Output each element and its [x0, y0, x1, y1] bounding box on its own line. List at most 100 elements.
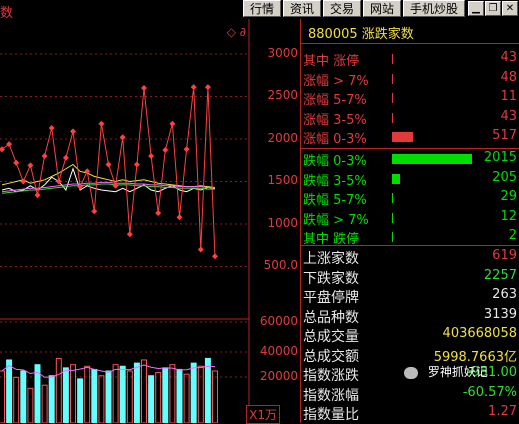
restore-icon[interactable]: ❐: [485, 1, 501, 16]
index-point: [91, 208, 98, 215]
tab-website[interactable]: 网站: [363, 0, 401, 17]
panel-row: 涨幅 5-7% 11: [300, 89, 519, 108]
volume-bar: [119, 365, 126, 423]
volume-bar: [190, 362, 197, 423]
stat-row: 总品种数 3139: [300, 306, 519, 326]
index-line: [1, 87, 216, 257]
index-point: [98, 120, 105, 127]
chart-marker: ◇ ∂: [226, 25, 246, 39]
index-point: [70, 128, 76, 135]
volume-bar: [204, 357, 211, 423]
panel-row: 涨幅 3-5% 43: [300, 108, 519, 128]
price-tick-1500: 1500: [267, 173, 298, 187]
tab-trade[interactable]: 交易: [323, 0, 361, 17]
row-value: 48: [500, 69, 517, 85]
row-bar: [392, 54, 393, 64]
volume-bar: [169, 364, 176, 423]
row-bar: [392, 93, 393, 103]
row-label: 跌幅 > 7%: [303, 212, 369, 228]
tab-quotes[interactable]: 行情: [243, 0, 281, 17]
price-tick-3000: 3000: [267, 46, 298, 60]
stat-value: 1.27: [488, 404, 517, 419]
row-value: 2: [508, 228, 517, 243]
volume-bar: [13, 376, 20, 423]
stat-label: 总成交量: [303, 329, 359, 345]
price-tick-2500: 2500: [267, 88, 298, 102]
index-point: [176, 214, 183, 221]
volume-bar: [155, 372, 162, 423]
stat-value: 3139: [483, 306, 517, 322]
row-bar: [392, 173, 400, 184]
row-value: 43: [500, 108, 517, 124]
stat-value: 5998.7663亿: [433, 349, 517, 365]
price-tick-2000: 2000: [267, 131, 298, 145]
panel-row: 涨幅 0-3% 517: [300, 128, 519, 147]
volume-bar: [41, 384, 48, 423]
index-point: [13, 159, 20, 166]
tab-news[interactable]: 资讯: [283, 0, 321, 17]
row-label: 涨幅 > 7%: [303, 73, 369, 89]
index-point: [212, 253, 218, 260]
panel-header: 880005 涨跌家数: [300, 22, 519, 42]
stat-row: 总成交量 403668058: [300, 326, 519, 345]
stat-label: 指数涨跌: [303, 368, 359, 384]
stat-row: 指数涨幅 -60.57%: [300, 384, 519, 404]
index-point: [105, 161, 112, 168]
stat-value: 2257: [483, 267, 517, 283]
panel-row: 跌幅 > 7% 12: [300, 209, 519, 228]
volume-bar: [6, 359, 13, 423]
stat-row: 下跌家数 2257: [300, 267, 519, 287]
index-point: [126, 231, 133, 238]
stat-label: 上涨家数: [303, 251, 359, 267]
panel-row: 其中 涨停 43: [300, 50, 519, 69]
stat-row: 总成交额 5998.7663亿: [300, 346, 519, 365]
row-label: 涨幅 0-3%: [303, 132, 367, 147]
price-tick-1000: 1000: [267, 216, 298, 230]
volume-bar: [84, 365, 91, 423]
stat-label: 指数涨幅: [303, 387, 359, 404]
panel-title: 880005 涨跌家数: [308, 27, 414, 42]
panel-row: 其中 跌停 2: [300, 228, 519, 247]
volume-bar: [48, 375, 55, 423]
index-point: [155, 209, 162, 216]
row-label: 其中 涨停: [303, 54, 360, 69]
row-label: 跌幅 3-5%: [303, 173, 367, 189]
volume-bar: [162, 367, 169, 423]
stat-row: 平盘停牌 263: [300, 287, 519, 306]
volume-bar: [183, 373, 190, 423]
volume-bar: [126, 370, 133, 423]
index-point: [169, 120, 176, 127]
volume-bar: [141, 359, 147, 423]
watermark-text: 罗神抓妖记: [427, 365, 488, 379]
volume-tick-60000: 60000: [259, 314, 298, 328]
stat-label: 总品种数: [303, 309, 359, 326]
tab-mobile-trading[interactable]: 手机炒股: [403, 0, 465, 17]
stat-label: 总成交额: [303, 348, 359, 365]
stat-value: 263: [492, 287, 517, 302]
index-point: [48, 124, 55, 131]
index-point: [148, 153, 155, 159]
close-icon[interactable]: ✕: [502, 1, 518, 16]
wechat-icon: [404, 366, 418, 379]
row-bar: [392, 132, 413, 142]
volume-bar: [77, 378, 84, 423]
stat-label: 指数量比: [303, 407, 359, 423]
volume-bar: [91, 368, 98, 423]
stat-row: 指数量比 1.27: [300, 404, 519, 423]
volume-bar: [112, 364, 119, 423]
top-toolbar: 数 行情 资讯 交易 网站 手机炒股 ▁ ❐ ✕: [0, 0, 519, 21]
stat-value: -60.57%: [462, 384, 517, 400]
volume-bar: [0, 370, 5, 423]
volume-bar: [55, 357, 62, 423]
volume-tick-20000: 20000: [259, 369, 298, 383]
panel-row: 跌幅 0-3% 2015: [300, 150, 519, 169]
row-value: 517: [492, 128, 517, 143]
row-bar: [392, 212, 393, 223]
row-bar: [392, 193, 393, 203]
minimize-icon[interactable]: ▁: [468, 1, 484, 16]
chart-area[interactable]: ◇ ∂ 3000 2500 2000 1500 1000 500.0 60000…: [0, 19, 298, 424]
volume-bar: [197, 365, 204, 423]
row-label: 涨幅 5-7%: [303, 93, 367, 108]
volume-bar: [212, 370, 218, 423]
row-bar: [392, 73, 393, 84]
